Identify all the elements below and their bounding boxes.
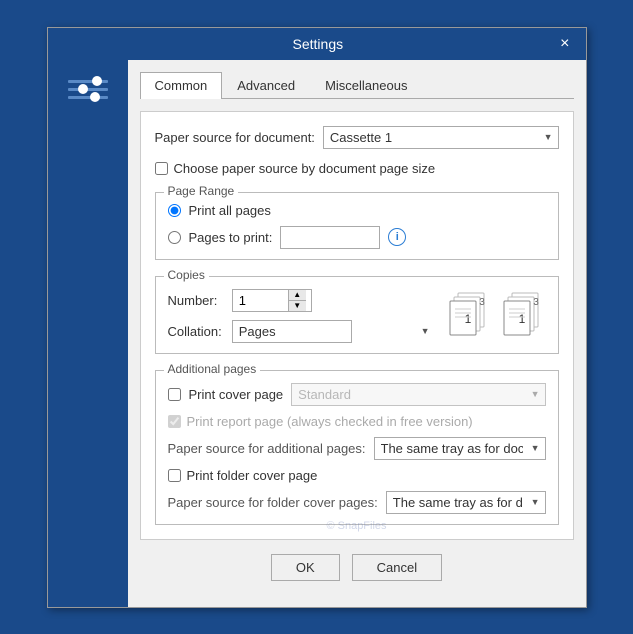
title-bar: Settings ×: [48, 28, 586, 60]
additional-paper-source-row: Paper source for additional pages: The s…: [168, 437, 546, 460]
tab-bar: Common Advanced Miscellaneous: [140, 72, 574, 99]
collation-icon-pages: 1 3: [446, 291, 492, 341]
folder-paper-source-select-wrap: The same tray as for documents: [386, 491, 546, 514]
pages-to-print-input[interactable]: [280, 226, 380, 249]
number-label: Number:: [168, 293, 222, 308]
svg-text:3: 3: [479, 297, 485, 308]
copies-section: Copies Number: ▲ ▼: [155, 276, 559, 354]
slider-icon-1: [68, 80, 108, 83]
pages-to-print-label: Pages to print:: [189, 230, 273, 245]
additional-pages-section: Additional pages Print cover page Standa…: [155, 370, 559, 525]
radio-group: Print all pages Pages to print: i: [168, 197, 546, 249]
additional-paper-source-select[interactable]: The same tray as for documents: [374, 437, 546, 460]
dialog-title: Settings: [80, 36, 557, 52]
slider-icon-2: [68, 88, 108, 91]
sidebar: [48, 60, 128, 607]
folder-cover-row: Print folder cover page: [168, 468, 546, 483]
print-all-row: Print all pages: [168, 203, 546, 218]
close-button[interactable]: ×: [556, 36, 573, 52]
page-range-label: Page Range: [164, 184, 239, 198]
print-cover-checkbox[interactable]: [168, 388, 181, 401]
copies-grid: Number: ▲ ▼: [168, 281, 546, 343]
dialog-body: Common Advanced Miscellaneous Paper sour…: [48, 60, 586, 607]
additional-paper-source-select-wrap: The same tray as for documents: [374, 437, 546, 460]
copies-label: Copies: [164, 268, 209, 282]
tab-advanced[interactable]: Advanced: [222, 72, 310, 98]
cancel-button[interactable]: Cancel: [352, 554, 442, 581]
slider-icon-3: [68, 96, 108, 99]
main-content: Common Advanced Miscellaneous Paper sour…: [128, 60, 586, 607]
print-cover-label: Print cover page: [189, 387, 284, 402]
paper-source-row: Paper source for document: Cassette 1 Ca…: [155, 126, 559, 149]
info-icon[interactable]: i: [388, 228, 406, 246]
paper-source-select-wrap: Cassette 1 Cassette 2 Manual Feed Auto S…: [323, 126, 559, 149]
ok-button[interactable]: OK: [271, 554, 340, 581]
content-panel: Paper source for document: Cassette 1 Ca…: [140, 111, 574, 540]
page-range-section: Page Range Print all pages Pages to prin…: [155, 192, 559, 260]
settings-dialog: Settings × Common Advanced: [47, 27, 587, 608]
folder-cover-checkbox[interactable]: [168, 469, 181, 482]
folder-paper-source-select[interactable]: The same tray as for documents: [386, 491, 546, 514]
folder-paper-source-label: Paper source for folder cover pages:: [168, 495, 378, 510]
folder-paper-source-row: Paper source for folder cover pages: The…: [168, 491, 546, 514]
panel-wrapper: Paper source for document: Cassette 1 Ca…: [140, 111, 574, 540]
spinbox-up[interactable]: ▲: [289, 290, 306, 301]
pages-to-print-row: Pages to print: i: [168, 226, 546, 249]
print-cover-row: Print cover page Standard: [168, 383, 546, 406]
additional-pages-label: Additional pages: [164, 362, 261, 376]
number-input[interactable]: [233, 290, 288, 311]
collation-label: Collation:: [168, 324, 222, 339]
svg-text:1: 1: [464, 312, 471, 326]
copies-icons: 1 3: [446, 291, 546, 341]
number-spinbox: ▲ ▼: [232, 289, 312, 312]
pages-to-print-radio[interactable]: [168, 231, 181, 244]
collation-select-wrap: Pages Copies: [232, 320, 436, 343]
choose-paper-label: Choose paper source by document page siz…: [174, 161, 436, 176]
print-all-radio[interactable]: [168, 204, 181, 217]
footer: OK Cancel: [140, 540, 574, 595]
print-report-label: Print report page (always checked in fre…: [187, 414, 473, 429]
settings-icon: [68, 80, 108, 99]
spinbox-buttons: ▲ ▼: [288, 290, 306, 311]
tab-miscellaneous[interactable]: Miscellaneous: [310, 72, 422, 98]
print-report-row: Print report page (always checked in fre…: [168, 414, 546, 429]
collation-icon-copies: 1 3: [500, 291, 546, 341]
additional-paper-source-label: Paper source for additional pages:: [168, 441, 366, 456]
svg-text:1: 1: [518, 312, 525, 326]
choose-paper-checkbox[interactable]: [155, 162, 168, 175]
spinbox-down[interactable]: ▼: [289, 301, 306, 311]
svg-text:3: 3: [533, 297, 539, 308]
print-report-checkbox[interactable]: [168, 415, 181, 428]
cover-type-select-wrap: Standard: [291, 383, 545, 406]
print-all-label: Print all pages: [189, 203, 271, 218]
cover-type-select[interactable]: Standard: [291, 383, 545, 406]
folder-cover-label: Print folder cover page: [187, 468, 318, 483]
tab-common[interactable]: Common: [140, 72, 223, 99]
additional-pages-grid: Print cover page Standard Pri: [168, 375, 546, 514]
paper-source-label: Paper source for document:: [155, 130, 315, 145]
paper-source-select[interactable]: Cassette 1 Cassette 2 Manual Feed Auto S…: [323, 126, 559, 149]
choose-paper-row: Choose paper source by document page siz…: [155, 161, 559, 176]
collation-select[interactable]: Pages Copies: [232, 320, 352, 343]
